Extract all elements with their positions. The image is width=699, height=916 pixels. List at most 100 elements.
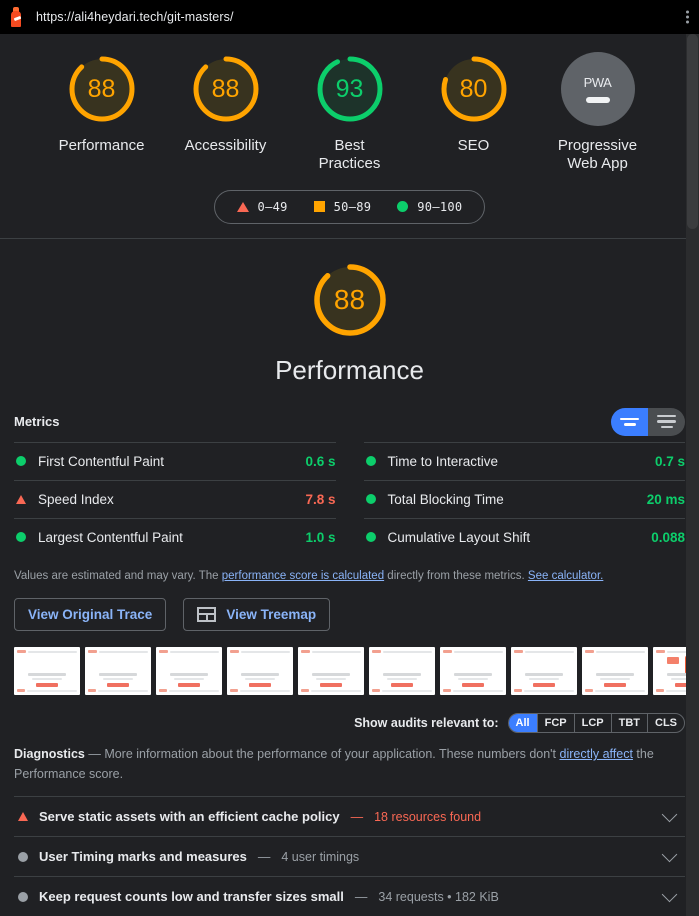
circle-icon	[365, 494, 376, 505]
filter-pill-fcp[interactable]: FCP	[538, 714, 575, 733]
circle-icon	[365, 532, 376, 543]
metrics-header: Metrics	[14, 404, 685, 442]
gauge-pwa[interactable]: PWA Progressive Web App	[543, 52, 653, 174]
screenshot-thumbnail[interactable]	[85, 647, 151, 696]
screenshot-thumbnail[interactable]	[369, 647, 435, 696]
square-icon	[313, 201, 325, 213]
view-treemap-button[interactable]: View Treemap	[183, 598, 331, 632]
gauge-score-best-practices: 93	[335, 74, 364, 103]
legend-label-average: 50–89	[333, 199, 372, 214]
gauge-seo[interactable]: 80 SEO	[419, 52, 529, 155]
list-view-icon[interactable]	[648, 407, 685, 436]
metrics-columns: First Contentful Paint 0.6 s Speed Index…	[14, 441, 685, 556]
audit-title: Serve static assets with an efficient ca…	[39, 809, 340, 825]
view-original-trace-label: View Original Trace	[28, 607, 153, 623]
gauge-best-practices[interactable]: 93 Best Practices	[295, 52, 405, 174]
disclaimer-text-1: Values are estimated and may vary. The	[14, 569, 222, 582]
metrics-view-toggle	[611, 407, 685, 436]
diagnostics-heading: Diagnostics	[14, 747, 85, 762]
view-original-trace-button[interactable]: View Original Trace	[14, 598, 167, 632]
filter-pill-cls[interactable]: CLS	[648, 714, 684, 732]
pwa-badge-text: PWA	[583, 75, 612, 90]
metric-label: Time to Interactive	[387, 453, 499, 469]
filter-pill-lcp[interactable]: LCP	[575, 714, 612, 733]
screenshot-thumbnail[interactable]	[511, 647, 577, 696]
audit-row-user-timing[interactable]: User Timing marks and measures — 4 user …	[14, 836, 685, 876]
diagnostics-dash: —	[84, 747, 105, 762]
treemap-icon	[197, 607, 217, 623]
hero-gauge-ring: 88	[309, 259, 391, 341]
triangle-icon	[18, 812, 28, 822]
gauge-ring-accessibility: 88	[189, 52, 263, 126]
metric-first-contentful-paint[interactable]: First Contentful Paint 0.6 s	[14, 441, 336, 480]
expand-view-icon[interactable]	[611, 407, 648, 436]
url-bar: https://ali4heydari.tech/git-masters/	[0, 0, 699, 34]
screenshot-thumbnail[interactable]	[156, 647, 222, 696]
kebab-menu-icon[interactable]	[686, 10, 689, 24]
lighthouse-report-window: https://ali4heydari.tech/git-masters/ 88…	[0, 0, 699, 916]
vertical-scrollbar[interactable]	[686, 34, 699, 916]
circle-icon	[18, 891, 28, 902]
legend-item-average: 50–89	[313, 199, 372, 214]
legend-label-good: 90–100	[417, 199, 463, 214]
diagnostics-text-1: More information about the performance o…	[104, 747, 560, 762]
filter-pill-all[interactable]: All	[508, 714, 538, 733]
chevron-down-icon[interactable]	[661, 886, 678, 903]
audit-dash: —	[257, 849, 271, 864]
performance-score-link[interactable]: performance score is calculated	[222, 570, 384, 582]
filter-pill-tbt[interactable]: TBT	[612, 714, 648, 733]
screenshot-thumbnail[interactable]	[14, 647, 80, 696]
metric-largest-contentful-paint[interactable]: Largest Contentful Paint 1.0 s	[14, 517, 336, 556]
status-badge	[365, 494, 388, 505]
directly-affect-link[interactable]: directly affect	[560, 747, 633, 761]
chevron-down-icon[interactable]	[661, 846, 678, 863]
audit-title: User Timing marks and measures	[39, 849, 247, 865]
audit-subtitle: 4 user timings	[281, 849, 360, 864]
see-calculator-link[interactable]: See calculator.	[528, 570, 603, 582]
gauge-label-seo: SEO	[457, 137, 490, 154]
screenshot-thumbnail[interactable]	[227, 647, 293, 696]
url-text: https://ali4heydari.tech/git-masters/	[36, 10, 234, 24]
circle-icon	[397, 201, 409, 213]
score-summary: 88 Performance 88 Accessibility 93 Best …	[0, 34, 699, 239]
gauge-label-pwa: Progressive Web App	[557, 137, 638, 173]
metric-value: 1.0 s	[305, 529, 336, 545]
metric-cumulative-layout-shift[interactable]: Cumulative Layout Shift 0.088	[363, 517, 685, 556]
gauge-label-best-practices: Best Practices	[318, 137, 381, 173]
circle-icon	[16, 456, 26, 467]
audit-dash: —	[350, 809, 364, 824]
audit-filter-pills: All FCP LCP TBT CLS	[507, 713, 685, 734]
gauge-accessibility[interactable]: 88 Accessibility	[171, 52, 281, 155]
performance-hero: 88 Performance	[0, 239, 699, 404]
gauge-ring-performance: 88	[65, 52, 139, 126]
audit-row-request-counts[interactable]: Keep request counts low and transfer siz…	[14, 876, 685, 916]
metric-value: 20 ms	[646, 491, 685, 507]
metric-label: Largest Contentful Paint	[38, 529, 183, 545]
metric-value: 0.7 s	[654, 453, 685, 469]
metric-value: 7.8 s	[305, 491, 336, 507]
audit-filter: Show audits relevant to: All FCP LCP TBT…	[14, 705, 685, 745]
audit-row-cache-policy[interactable]: Serve static assets with an efficient ca…	[14, 796, 685, 836]
metric-label: Cumulative Layout Shift	[387, 529, 531, 545]
metric-speed-index[interactable]: Speed Index 7.8 s	[14, 479, 336, 518]
screenshot-thumbnail[interactable]	[582, 647, 648, 696]
circle-icon	[16, 532, 26, 543]
gauge-score-seo: 80	[459, 74, 488, 103]
legend-item-fail: 0–49	[236, 200, 288, 214]
screenshot-thumbnail[interactable]	[440, 647, 506, 696]
status-badge	[16, 456, 38, 467]
metric-value: 0.088	[651, 529, 685, 545]
gauge-performance[interactable]: 88 Performance	[47, 52, 157, 155]
chevron-down-icon[interactable]	[661, 806, 678, 823]
screenshot-thumbnail[interactable]	[298, 647, 364, 696]
audit-subtitle: 34 requests • 182 KiB	[378, 889, 499, 904]
gauge-score-accessibility: 88	[211, 74, 240, 103]
scrollbar-thumb[interactable]	[687, 34, 698, 229]
status-badge	[16, 532, 38, 543]
metric-value: 0.6 s	[305, 453, 336, 469]
metric-time-to-interactive[interactable]: Time to Interactive 0.7 s	[363, 441, 685, 480]
score-legend-row: 0–49 50–89 90–100	[0, 189, 699, 224]
metric-total-blocking-time[interactable]: Total Blocking Time 20 ms	[363, 479, 685, 518]
gauge-ring-best-practices: 93	[313, 52, 387, 126]
gauge-list: 88 Performance 88 Accessibility 93 Best …	[0, 52, 699, 174]
